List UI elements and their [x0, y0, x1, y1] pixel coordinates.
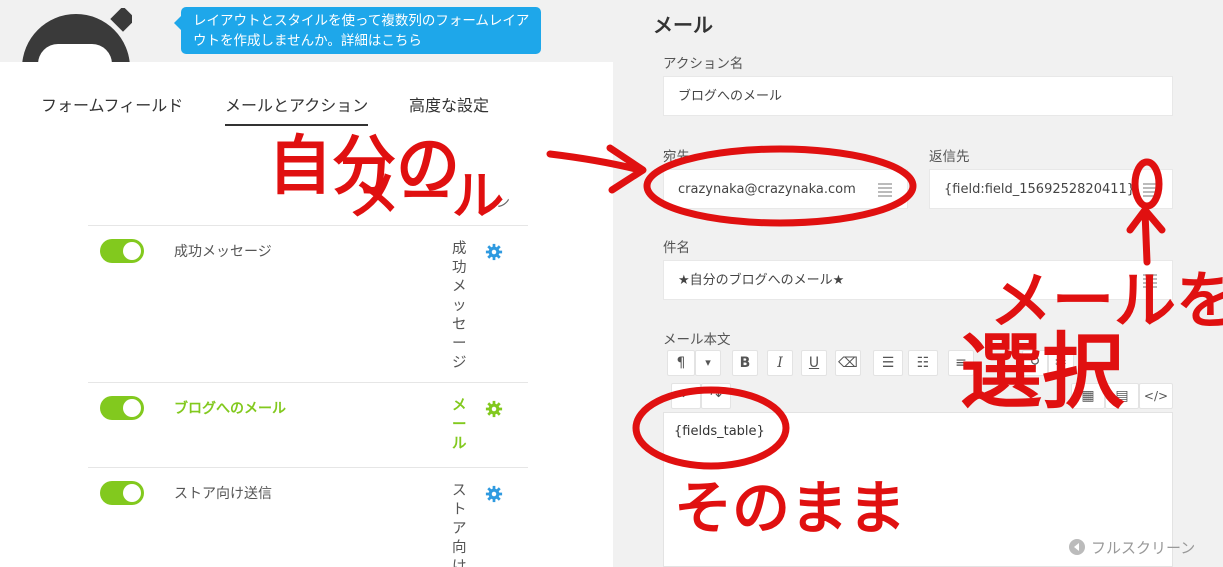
- to-input[interactable]: crazynaka@crazynaka.com: [663, 169, 908, 209]
- action-label[interactable]: ブログへのメール: [174, 398, 286, 418]
- link-icon[interactable]: ⚲: [1022, 350, 1048, 376]
- tab-form-fields[interactable]: フォームフィールド: [41, 96, 183, 126]
- reply-to-label: 返信先: [929, 149, 970, 165]
- builder-left-pane: レイアウトとスタイルを使って複数列のフォームレイアウトを作成しませんか。詳細はこ…: [0, 0, 613, 567]
- unlink-icon[interactable]: ✂: [1048, 350, 1074, 376]
- action-row: ブログへのメール メール: [88, 382, 528, 467]
- subject-input[interactable]: ★自分のブログへのメール★: [663, 260, 1173, 300]
- subject-label: 件名: [663, 240, 690, 256]
- bold-button[interactable]: B: [732, 350, 758, 376]
- action-toggle[interactable]: [100, 396, 144, 420]
- italic-button[interactable]: I: [767, 350, 793, 376]
- paragraph-format-button[interactable]: ¶: [667, 350, 695, 376]
- ninja-logo: [22, 8, 132, 63]
- underline-button[interactable]: U: [801, 350, 827, 376]
- redo-icon[interactable]: ↷: [701, 383, 731, 409]
- gear-icon[interactable]: [485, 400, 503, 418]
- layout-tip-banner[interactable]: レイアウトとスタイルを使って複数列のフォームレイアウトを作成しませんか。詳細はこ…: [174, 7, 541, 54]
- action-type: 成功メッセージ: [452, 241, 467, 371]
- action-label[interactable]: ストア向け送信: [174, 483, 272, 503]
- message-label: メール本文: [663, 332, 731, 348]
- clear-format-icon[interactable]: ⌫: [835, 350, 861, 376]
- action-type: ストア向け: [452, 483, 467, 567]
- to-label: 宛先: [663, 149, 690, 165]
- reply-to-input[interactable]: {field:field_1569252820411}: [929, 169, 1173, 209]
- action-row: 成功メッセージ 成功メッセージ: [88, 225, 528, 382]
- merge-tags-icon[interactable]: ▤: [1105, 383, 1139, 409]
- action-name-label: アクション名: [663, 56, 744, 72]
- to-value: crazynaka@crazynaka.com: [678, 182, 856, 197]
- fullscreen-arrow-icon[interactable]: [1069, 539, 1085, 555]
- table-icon[interactable]: ▦: [1071, 383, 1105, 409]
- action-toggle[interactable]: [100, 239, 144, 263]
- unordered-list-icon[interactable]: ☷: [908, 350, 938, 376]
- gear-icon[interactable]: [485, 485, 503, 503]
- fullscreen-button[interactable]: フルスクリーン: [1091, 537, 1195, 558]
- tab-emails-actions[interactable]: メールとアクション: [225, 96, 369, 126]
- action-type: メール: [452, 398, 467, 452]
- ordered-list-icon[interactable]: ☰: [873, 350, 903, 376]
- gear-icon[interactable]: [485, 243, 503, 261]
- action-toggle[interactable]: [100, 481, 144, 505]
- action-label[interactable]: 成功メッセージ: [174, 241, 272, 261]
- merge-tags-icon[interactable]: [1142, 272, 1158, 288]
- drawer-title: メール: [653, 13, 713, 37]
- code-view-icon[interactable]: </>: [1139, 383, 1173, 409]
- column-header: ン: [496, 195, 510, 211]
- email-settings-drawer: メール アクション名 ブログへのメール 宛先 crazynaka@crazyna…: [613, 0, 1223, 567]
- tab-advanced[interactable]: 高度な設定: [409, 96, 489, 126]
- action-row: ストア向け送信 ストア向け: [88, 467, 528, 567]
- merge-tags-icon[interactable]: [1142, 181, 1158, 197]
- undo-icon[interactable]: ↶: [671, 383, 701, 409]
- message-body-text: {fields_table}: [674, 424, 765, 439]
- subject-value: ★自分のブログへのメール★: [678, 273, 845, 288]
- merge-tags-icon[interactable]: [877, 181, 893, 197]
- align-icon[interactable]: ≡: [948, 350, 974, 376]
- format-dropdown-icon[interactable]: ▾: [695, 350, 721, 376]
- reply-to-value: {field:field_1569252820411}: [944, 182, 1136, 197]
- action-name-input[interactable]: ブログへのメール: [663, 76, 1173, 116]
